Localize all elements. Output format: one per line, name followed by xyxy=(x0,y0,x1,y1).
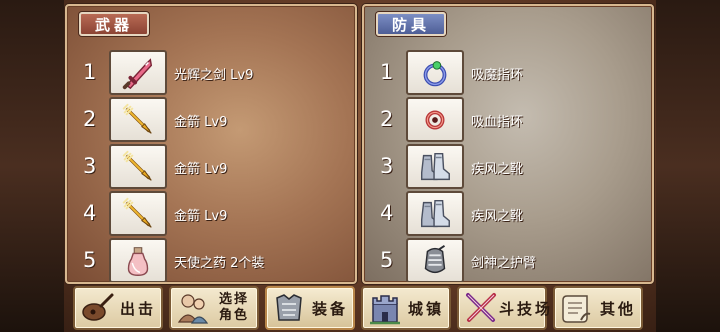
armor-row[interactable]: 4 疾风之靴 xyxy=(364,191,652,237)
characters-icon xyxy=(177,294,209,324)
item-name: 光辉之剑 Lv9 xyxy=(174,68,254,83)
item-slot[interactable] xyxy=(109,144,167,189)
castle-icon xyxy=(370,295,400,325)
other-label: 其他 xyxy=(599,299,636,318)
item-slot[interactable] xyxy=(406,191,464,236)
boots-icon xyxy=(420,199,450,227)
slot-number: 2 xyxy=(380,107,394,131)
arena-label: 斗技场 xyxy=(499,299,554,318)
gauntlet-icon xyxy=(424,244,446,273)
sortie-label: 出击 xyxy=(119,299,156,318)
choose-line1: 选择 xyxy=(218,292,249,307)
equipment-label: 装备 xyxy=(311,299,348,318)
slot-number: 1 xyxy=(380,60,394,84)
item-name: 疾风之靴 xyxy=(471,209,524,224)
lute-icon xyxy=(82,293,114,321)
weapons-panel: 武器 1 光辉之剑 Lv9 2 金箭 Lv9 3 金箭 Lv9 4 金箭 Lv9… xyxy=(65,4,357,284)
item-name: 金箭 Lv9 xyxy=(174,162,228,177)
item-name: 金箭 Lv9 xyxy=(174,115,228,130)
crossed-swords-icon xyxy=(466,293,496,322)
boots-icon xyxy=(420,152,450,180)
choose-character-button[interactable]: 选择 角色 xyxy=(169,286,259,330)
armor-icon xyxy=(276,294,302,321)
armor-row[interactable]: 1 吸魔指环 xyxy=(364,50,652,96)
item-name: 天使之药 2个装 xyxy=(174,256,265,271)
blue-ring-icon xyxy=(423,60,447,86)
item-slot[interactable] xyxy=(109,238,167,282)
game-screen: 武器 1 光辉之剑 Lv9 2 金箭 Lv9 3 金箭 Lv9 4 金箭 Lv9… xyxy=(0,0,720,332)
town-button[interactable]: 城镇 xyxy=(361,286,451,330)
golden-arrow-icon xyxy=(122,150,152,181)
item-name: 金箭 Lv9 xyxy=(174,209,228,224)
town-label: 城镇 xyxy=(407,299,444,318)
armor-row[interactable]: 5 剑神之护臂 xyxy=(364,238,652,282)
armor-panel: 防具 1 吸魔指环 2 吸血指环 3 疾风之靴 4 疾风之靴 5 剑神之护臂 xyxy=(362,4,654,284)
potion-bottle-icon xyxy=(127,246,149,276)
red-ring-icon xyxy=(425,110,445,129)
right-border xyxy=(656,0,720,332)
golden-arrow-icon xyxy=(122,103,152,134)
arena-button[interactable]: 斗技场 xyxy=(457,286,550,330)
left-border xyxy=(0,0,64,332)
item-slot[interactable] xyxy=(109,97,167,142)
slot-number: 3 xyxy=(380,154,394,178)
equipment-button[interactable]: 装备 xyxy=(265,286,355,330)
weapon-row[interactable]: 3 金箭 Lv9 xyxy=(67,144,355,190)
armor-title: 防具 xyxy=(376,12,446,36)
armor-row[interactable]: 2 吸血指环 xyxy=(364,97,652,143)
item-slot[interactable] xyxy=(406,238,464,282)
slot-number: 1 xyxy=(83,60,97,84)
scroll-icon xyxy=(562,295,591,323)
item-slot[interactable] xyxy=(406,97,464,142)
weapon-row[interactable]: 2 金箭 Lv9 xyxy=(67,97,355,143)
slot-number: 2 xyxy=(83,107,97,131)
golden-arrow-icon xyxy=(122,197,152,228)
slot-number: 4 xyxy=(380,201,394,225)
item-slot[interactable] xyxy=(406,50,464,95)
slot-number: 5 xyxy=(380,248,394,272)
weapon-row[interactable]: 4 金箭 Lv9 xyxy=(67,191,355,237)
weapon-row[interactable]: 5 天使之药 2个装 xyxy=(67,238,355,282)
item-name: 剑神之护臂 xyxy=(471,256,537,271)
weapons-title: 武器 xyxy=(79,12,149,36)
slot-number: 4 xyxy=(83,201,97,225)
item-name: 吸血指环 xyxy=(471,115,524,130)
armor-row[interactable]: 3 疾风之靴 xyxy=(364,144,652,190)
item-slot[interactable] xyxy=(109,191,167,236)
item-name: 吸魔指环 xyxy=(471,68,524,83)
choose-line2: 角色 xyxy=(218,308,249,323)
choose-character-label: 选择 角色 xyxy=(211,292,257,324)
item-slot[interactable] xyxy=(406,144,464,189)
bottom-nav: 出击 选择 角色 装备 城镇 斗技场 其他 xyxy=(65,286,655,330)
slot-number: 5 xyxy=(83,248,97,272)
weapon-row[interactable]: 1 光辉之剑 Lv9 xyxy=(67,50,355,96)
other-button[interactable]: 其他 xyxy=(553,286,643,330)
slot-number: 3 xyxy=(83,154,97,178)
item-slot[interactable] xyxy=(109,50,167,95)
sword-icon xyxy=(122,57,153,89)
item-name: 疾风之靴 xyxy=(471,162,524,177)
sortie-button[interactable]: 出击 xyxy=(73,286,163,330)
